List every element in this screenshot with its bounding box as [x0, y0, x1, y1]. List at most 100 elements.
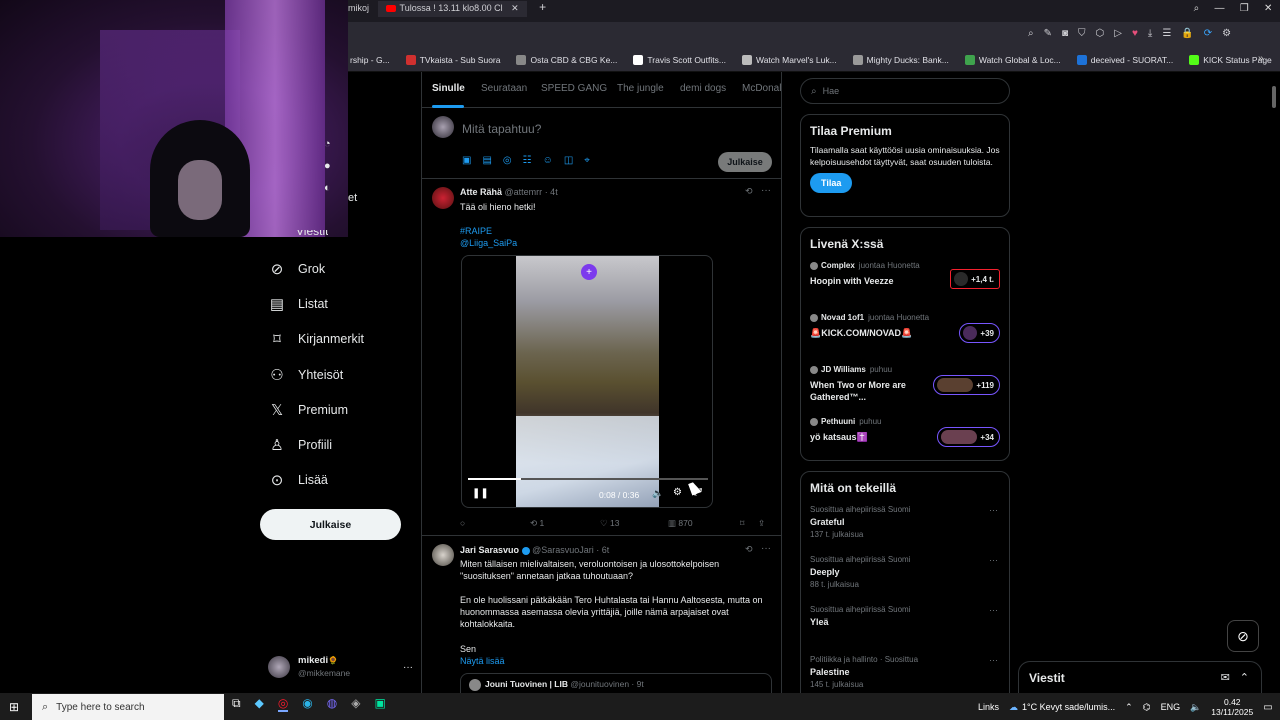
network-icon[interactable]: ⌬: [1143, 702, 1151, 713]
extension-icon[interactable]: ⬡: [1096, 28, 1105, 39]
mention-link[interactable]: @Liiga_SaiPa: [460, 237, 517, 249]
search-box[interactable]: ⌕ Hae: [800, 78, 1010, 104]
show-more-link[interactable]: Näytä lisää: [460, 655, 505, 667]
minimize-icon[interactable]: —: [1214, 3, 1224, 14]
scrollbar-thumb[interactable]: [1272, 86, 1276, 108]
live-item[interactable]: JD Williams puhuu When Two or More are Gat…: [810, 365, 1000, 417]
sidebar-item-premium[interactable]: 𝕏 Premium: [268, 397, 348, 423]
tweet-atte[interactable]: Atte Rähä @attemrr · 4t ⟲ ··· Tää oli hi…: [422, 179, 781, 536]
search-input[interactable]: Hae: [823, 86, 840, 96]
listener-count-badge[interactable]: +39: [959, 323, 1000, 343]
image-icon[interactable]: ▣: [462, 155, 471, 166]
edge-icon[interactable]: ◉: [302, 696, 312, 712]
weather-text[interactable]: 1°C Kevyt sade/lumis...: [1022, 702, 1115, 712]
tab-seurataan[interactable]: Seurataan: [481, 83, 527, 94]
camera-icon[interactable]: ◙: [1062, 28, 1068, 39]
sidebar-icon[interactable]: ☰: [1162, 28, 1171, 39]
live-item[interactable]: Novad 1of1 juontaa Huonetta 🚨KICK.COM/NOVA…: [810, 313, 1000, 365]
sidebar-item-profiili[interactable]: ♙ Profiili: [268, 432, 332, 458]
taskbar-search-input[interactable]: Type here to search: [56, 702, 144, 713]
language[interactable]: ENG: [1161, 702, 1181, 712]
grok-explain-icon[interactable]: ⟲: [745, 544, 753, 555]
settings-icon[interactable]: ⚙: [673, 487, 682, 498]
sidebar-item-listat[interactable]: ▤ Listat: [268, 291, 328, 317]
maximize-icon[interactable]: ❐: [1240, 3, 1249, 14]
composer-post-button[interactable]: Julkaise: [718, 152, 772, 172]
scrollbar[interactable]: [1272, 80, 1278, 692]
download-icon[interactable]: ⤓: [1148, 28, 1152, 39]
grok-nav-icon[interactable]: ◔: [324, 138, 348, 150]
share-icon[interactable]: ⇪: [758, 518, 765, 529]
sidebar-item-messages-partial[interactable]: et: [348, 192, 357, 204]
video-progress-track[interactable]: [468, 478, 708, 480]
live-item[interactable]: Pethuuni puhuu yö katsaus✝️ +34: [810, 417, 1000, 469]
tweet-time[interactable]: · 4t: [545, 187, 558, 197]
new-message-icon[interactable]: ✉: [1221, 671, 1230, 684]
trend-item[interactable]: Suosittua aihepiirissä Suomi Deeply 88 t. …: [810, 555, 1000, 605]
author-handle[interactable]: @attemrr: [505, 187, 543, 197]
grok-icon[interactable]: ◎: [503, 155, 512, 166]
pause-icon[interactable]: ❚❚: [472, 488, 489, 499]
settings-icon[interactable]: ⚙: [1222, 28, 1231, 39]
schedule-icon[interactable]: ◫: [564, 155, 573, 166]
app-icon[interactable]: ◆: [255, 696, 264, 712]
poll-icon[interactable]: ☷: [523, 155, 532, 166]
edit-icon[interactable]: ✎: [1044, 28, 1052, 39]
bookmark-item[interactable]: Watch Global & Loc...: [964, 48, 1061, 72]
trend-item[interactable]: Suosittua aihepiirissä Suomi Grateful 137 …: [810, 505, 1000, 555]
author-name[interactable]: Atte Rähä: [460, 187, 502, 197]
grok-float-button[interactable]: ⊘: [1227, 620, 1259, 652]
trend-more-icon[interactable]: ···: [989, 655, 998, 665]
opera-icon[interactable]: ◎: [277, 696, 289, 712]
bookmark-icon[interactable]: ⌑: [740, 518, 758, 529]
like-icon[interactable]: ♡ 13: [600, 518, 668, 529]
trend-more-icon[interactable]: ···: [989, 555, 998, 565]
bell-icon[interactable]: ●: [324, 160, 348, 172]
messages-drawer[interactable]: Viestit ✉ ⌃: [1018, 661, 1262, 693]
more-icon[interactable]: ···: [761, 185, 771, 196]
active-tab[interactable]: Tulossa ! 13.11 klo8.00 Cl ✕: [377, 1, 527, 17]
tab-speed-gang[interactable]: SPEED GANG: [541, 83, 607, 94]
tab-partial[interactable]: mikoj: [348, 3, 369, 13]
search-tabs-icon[interactable]: ⌕: [1194, 3, 1200, 14]
tab-demi-dogs[interactable]: demi dogs: [680, 83, 726, 94]
emoji-icon[interactable]: ☺: [543, 155, 553, 166]
expand-icon[interactable]: ⌃: [1240, 671, 1249, 684]
tab-sinulle[interactable]: Sinulle: [432, 83, 465, 94]
app-icon-3[interactable]: ▣: [375, 696, 386, 712]
bookmark-item[interactable]: Mighty Ducks: Bank...: [852, 48, 949, 72]
start-icon[interactable]: ⊞: [9, 700, 19, 714]
tab-the-jungle[interactable]: The jungle: [617, 83, 664, 94]
shield-icon[interactable]: ⛉: [1078, 28, 1086, 39]
listener-count-badge[interactable]: +119: [933, 375, 1000, 395]
author-handle[interactable]: @SarasvuoJari: [532, 545, 594, 555]
sidebar-item-kirjanmerkit[interactable]: ⌑ Kirjanmerkit: [268, 326, 364, 352]
sidebar-item-lisää[interactable]: ⊙ Lisää: [268, 467, 328, 493]
reply-icon[interactable]: ○: [460, 518, 530, 529]
location-icon[interactable]: ⌖: [584, 155, 590, 166]
links-toolbar[interactable]: Links: [978, 702, 999, 712]
bookmark-item[interactable]: Osta CBD & CBG Ke...: [516, 48, 617, 72]
taskbar-search[interactable]: ⌕ Type here to search: [32, 694, 224, 720]
clock[interactable]: 0.42 13/11/2025: [1211, 697, 1253, 717]
trend-item[interactable]: Suosittua aihepiirissä Suomi Yleä ···: [810, 605, 1000, 655]
tray-chevron-icon[interactable]: ⌃: [1125, 702, 1133, 713]
grok-explain-icon[interactable]: ⟲: [745, 186, 753, 197]
bookmark-item[interactable]: rship - G...: [350, 48, 390, 72]
grok-badge-icon[interactable]: +: [581, 264, 597, 280]
trend-more-icon[interactable]: ···: [989, 505, 998, 515]
bookmark-item[interactable]: deceived - SUORAT...: [1076, 48, 1173, 72]
post-button[interactable]: Julkaise: [260, 509, 401, 540]
grok-ext-icon[interactable]: ⟳: [1204, 28, 1212, 39]
discord-icon[interactable]: ◍: [327, 696, 337, 712]
lock-icon[interactable]: 🔒: [1181, 28, 1193, 39]
close-tab-icon[interactable]: ✕: [511, 3, 519, 13]
account-switcher[interactable]: mikedi🌻 @mikkemane ···: [268, 652, 413, 682]
sidebar-item-clipped[interactable]: Viestit: [296, 230, 328, 237]
views-icon[interactable]: ▥ 870: [668, 518, 740, 529]
bookmark-item[interactable]: Watch Marvel's Luk...: [741, 48, 837, 72]
subscribe-button[interactable]: Tilaa: [810, 173, 853, 193]
video-player[interactable]: + ❚❚ 0:08 / 0:36 🔈 ⚙ ⤢: [461, 255, 713, 508]
tweet-time[interactable]: · 6t: [596, 545, 609, 555]
gif-icon[interactable]: ▤: [482, 155, 491, 166]
